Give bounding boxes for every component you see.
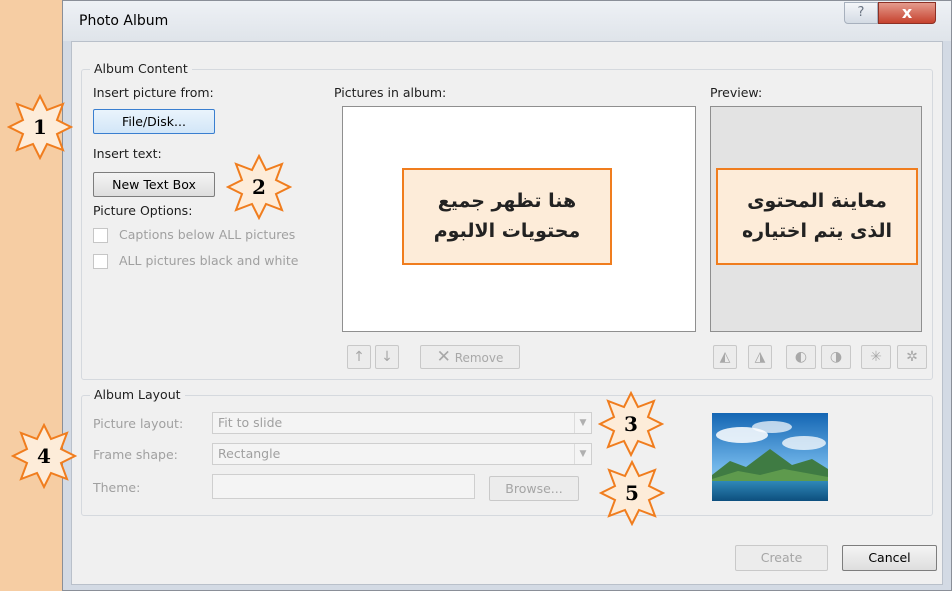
badge-4: 4: [11, 423, 77, 489]
x-icon: ✕: [436, 347, 451, 367]
insert-picture-label: Insert picture from:: [93, 85, 214, 100]
captions-checkbox[interactable]: [93, 228, 108, 243]
preview-callout-text: معاينة المحتوى الذى يتم اختياره: [742, 187, 892, 246]
preview-label: Preview:: [710, 85, 763, 100]
rotate-right-button[interactable]: ◮: [748, 345, 772, 369]
frame-shape-dropdown[interactable]: Rectangle ▼: [212, 443, 592, 465]
file-disk-label: File/Disk...: [122, 114, 186, 129]
cancel-button[interactable]: Cancel: [842, 545, 937, 571]
badge-2-number: 2: [252, 175, 266, 199]
badge-4-number: 4: [37, 444, 51, 468]
dialog-title: Photo Album: [79, 13, 169, 29]
new-text-box-label: New Text Box: [112, 177, 196, 192]
rotate-left-button[interactable]: ◭: [713, 345, 737, 369]
move-down-button[interactable]: ↓: [375, 345, 399, 369]
album-callout-line1: هنا تظهر جميع: [437, 190, 577, 213]
album-content-callout-text: هنا تظهر جميع محتويات الالبوم: [434, 187, 581, 246]
black-white-checkbox-label: ALL pictures black and white: [119, 253, 299, 268]
frame-shape-label: Frame shape:: [93, 447, 178, 462]
badge-2: 2: [226, 154, 292, 220]
remove-label: Remove: [454, 351, 504, 365]
picture-layout-label: Picture layout:: [93, 416, 184, 431]
up-arrow-icon: ↑: [353, 349, 365, 365]
badge-5: 5: [599, 460, 665, 526]
brightness-increase-button[interactable]: ✳: [861, 345, 891, 369]
brightness-decrease-icon: ✲: [906, 349, 918, 365]
file-disk-button[interactable]: File/Disk...: [93, 109, 215, 134]
black-white-checkbox[interactable]: [93, 254, 108, 269]
create-button[interactable]: Create: [735, 545, 828, 571]
pictures-in-album-label: Pictures in album:: [334, 85, 447, 100]
preview-callout: معاينة المحتوى الذى يتم اختياره: [716, 168, 918, 265]
preview-callout-line2: الذى يتم اختياره: [741, 219, 893, 242]
album-layout-legend: Album Layout: [90, 387, 185, 402]
badge-1: 1: [7, 94, 73, 160]
badge-3: 3: [598, 391, 664, 457]
picture-layout-dropdown[interactable]: Fit to slide ▼: [212, 412, 592, 434]
insert-text-label: Insert text:: [93, 146, 162, 161]
dialog-client: Album Content Insert picture from: File/…: [71, 41, 943, 585]
brightness-increase-icon: ✳: [870, 349, 882, 365]
frame-shape-value: Rectangle: [218, 446, 281, 461]
album-content-legend: Album Content: [90, 61, 192, 76]
chevron-down-icon: ▼: [574, 413, 591, 433]
badge-3-number: 3: [624, 412, 638, 436]
theme-input[interactable]: [212, 474, 475, 499]
album-callout-line2: محتويات الالبوم: [433, 219, 581, 242]
captions-checkbox-label: Captions below ALL pictures: [119, 227, 296, 242]
move-up-button[interactable]: ↑: [347, 345, 371, 369]
picture-options-label: Picture Options:: [93, 203, 193, 218]
preview-callout-line1: معاينة المحتوى: [747, 190, 887, 213]
browse-label: Browse...: [505, 481, 563, 496]
browse-button[interactable]: Browse...: [489, 476, 579, 501]
album-content-callout: هنا تظهر جميع محتويات الالبوم: [402, 168, 612, 265]
picture-layout-value: Fit to slide: [218, 415, 283, 430]
photo-album-dialog: Photo Album ? x Album Content Insert pic…: [62, 0, 952, 591]
contrast-decrease-icon: ◑: [829, 349, 843, 365]
title-bar: Photo Album ? x: [63, 1, 951, 41]
contrast-decrease-button[interactable]: ◑: [821, 345, 851, 369]
rotate-left-icon: ◭: [719, 349, 731, 365]
badge-5-number: 5: [625, 481, 639, 505]
contrast-increase-icon: ◐: [794, 349, 808, 365]
create-label: Create: [760, 550, 803, 565]
close-button[interactable]: x: [878, 2, 936, 24]
chevron-down-icon: ▼: [574, 444, 591, 464]
rotate-right-icon: ◮: [754, 349, 766, 365]
cancel-label: Cancel: [868, 550, 911, 565]
theme-label: Theme:: [93, 480, 141, 495]
contrast-increase-button[interactable]: ◐: [786, 345, 816, 369]
new-text-box-button[interactable]: New Text Box: [93, 172, 215, 197]
badge-1-number: 1: [33, 115, 47, 139]
remove-button[interactable]: ✕ Remove: [420, 345, 520, 369]
help-button[interactable]: ?: [844, 2, 878, 24]
brightness-decrease-button[interactable]: ✲: [897, 345, 927, 369]
layout-preview-image: [712, 413, 828, 501]
down-arrow-icon: ↓: [381, 349, 393, 365]
